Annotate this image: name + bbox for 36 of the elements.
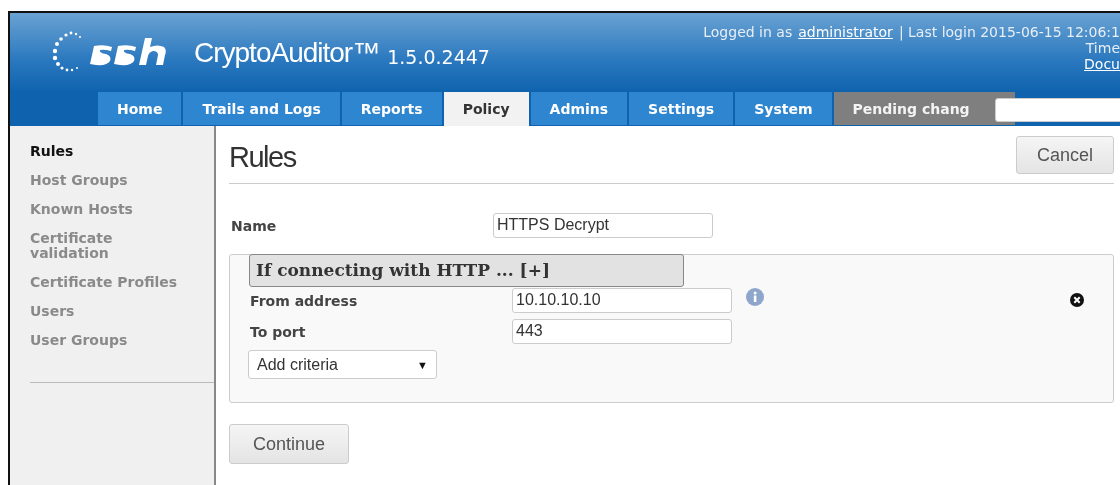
- last-login-text: | Last login 2015-06-15 12:06:1: [898, 24, 1120, 40]
- version-number: 1.5.0.2447: [387, 45, 490, 68]
- sidebar-item[interactable]: Known Hosts: [30, 202, 180, 217]
- close-icon[interactable]: [1070, 293, 1084, 307]
- info-icon[interactable]: [746, 287, 764, 306]
- nav-tab[interactable]: System: [735, 92, 832, 125]
- user-link[interactable]: administrator: [798, 24, 893, 40]
- sidebar-item[interactable]: Certificate Profiles: [30, 275, 180, 290]
- field-label: To port: [250, 323, 307, 340]
- name-label: Name: [230, 217, 278, 234]
- sidebar-item[interactable]: Certificate validation: [30, 231, 180, 261]
- field-label: From address: [250, 292, 359, 309]
- sidebar-item[interactable]: Host Groups: [30, 173, 180, 188]
- name-field[interactable]: HTTPS Decrypt: [493, 213, 713, 238]
- nav-tab[interactable]: Trails and Logs: [183, 92, 340, 125]
- page-title: Rules: [229, 141, 296, 174]
- login-text: Logged in as: [703, 24, 793, 40]
- nav-tab[interactable]: Reports: [341, 92, 442, 125]
- nav-tab[interactable]: Admins: [530, 92, 628, 125]
- pending-changes-tab[interactable]: Pending chang: [833, 92, 1015, 125]
- sidebar-item[interactable]: Users: [30, 304, 180, 319]
- nav-tab[interactable]: Settings: [629, 92, 734, 125]
- continue-button[interactable]: Continue: [229, 424, 349, 464]
- add-criteria-dropdown[interactable]: Add criteria ▼: [248, 350, 437, 379]
- documentation-link[interactable]: Docu: [1084, 56, 1120, 72]
- time-text: Time: [1085, 40, 1120, 56]
- sidebar-item[interactable]: Rules: [30, 144, 180, 159]
- cancel-button[interactable]: Cancel: [1016, 136, 1114, 174]
- input-field[interactable]: 443: [512, 319, 732, 344]
- sidebar-item[interactable]: User Groups: [30, 333, 180, 348]
- search-field[interactable]: [995, 98, 1120, 122]
- nav-tab[interactable]: Policy: [443, 92, 529, 126]
- group-legend[interactable]: If connecting with HTTP ... [+]: [249, 254, 684, 287]
- product-name: CryptoAuditor™: [194, 36, 380, 69]
- nav-tab[interactable]: Home: [98, 92, 182, 125]
- input-field[interactable]: 10.10.10.10: [512, 288, 732, 313]
